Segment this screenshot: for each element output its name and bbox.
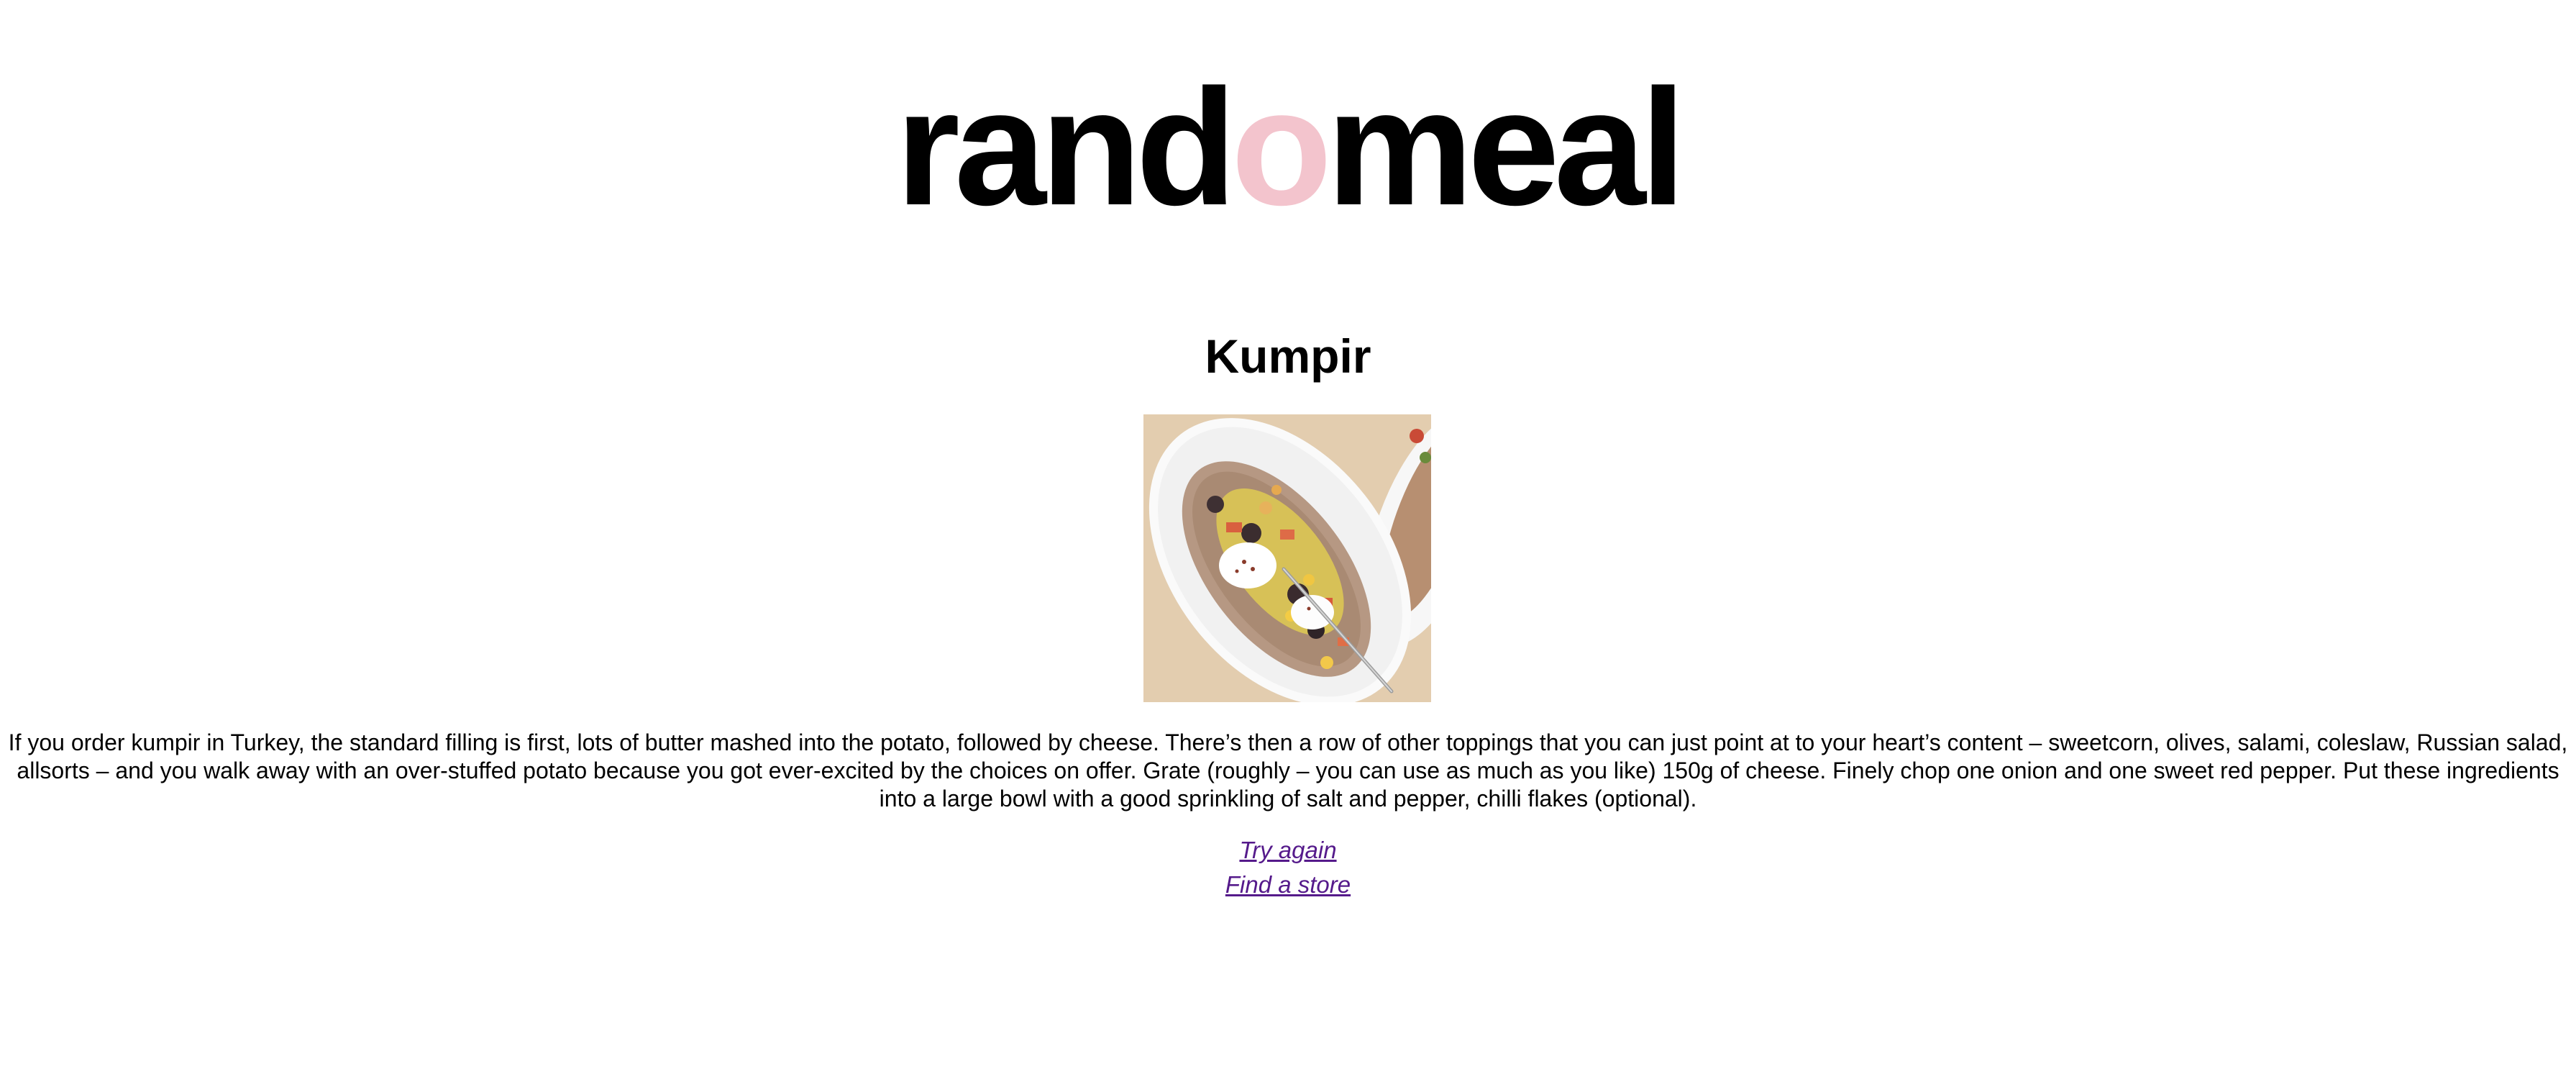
logo-text-start: rand (895, 55, 1236, 240)
logo-accent-letter: o (1230, 55, 1332, 240)
meal-title: Kumpir (1205, 329, 1371, 383)
page: randomeal Kumpir If you order kumpir in … (0, 0, 2576, 1082)
action-links: Try again Find a store (0, 833, 2576, 902)
meal-description: If you order kumpir in Turkey, the stand… (8, 729, 2568, 812)
site-logo: randomeal (0, 65, 2576, 230)
find-store-link[interactable]: Find a store (1225, 868, 1351, 902)
logo-text-end: meal (1326, 55, 1686, 240)
try-again-link[interactable]: Try again (1239, 833, 1336, 868)
meal-image (1143, 414, 1431, 702)
